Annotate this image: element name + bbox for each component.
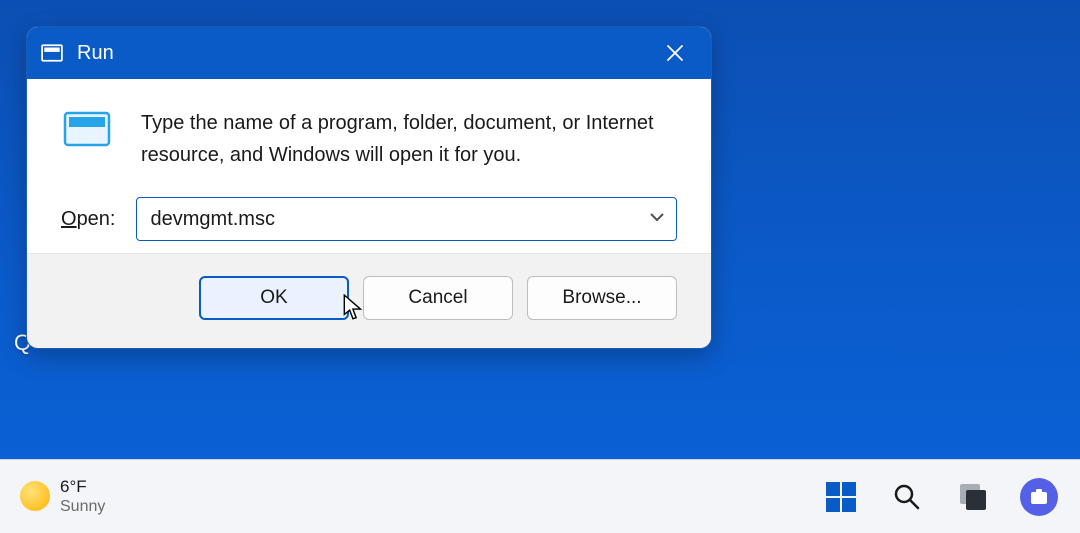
ok-button[interactable]: OK: [199, 276, 349, 320]
open-combobox[interactable]: [136, 197, 678, 241]
dialog-title: Run: [77, 42, 114, 65]
chat-icon: [1020, 478, 1058, 516]
browse-button[interactable]: Browse...: [527, 276, 677, 320]
chevron-down-icon[interactable]: [648, 208, 666, 231]
open-input[interactable]: [151, 208, 649, 231]
weather-sun-icon: [20, 481, 50, 511]
dialog-description: Type the name of a program, folder, docu…: [141, 103, 677, 171]
close-button[interactable]: [653, 31, 697, 75]
open-label: Open:: [61, 208, 116, 231]
search-icon: [892, 482, 922, 512]
weather-temperature: 6°F: [60, 477, 105, 497]
windows-logo-icon: [824, 480, 858, 514]
cancel-button[interactable]: Cancel: [363, 276, 513, 320]
chat-button[interactable]: [1018, 476, 1060, 518]
run-titlebar-icon: [41, 42, 63, 64]
taskbar: 6°F Sunny: [0, 459, 1080, 533]
weather-widget[interactable]: 6°F Sunny: [20, 477, 105, 517]
start-button[interactable]: [820, 476, 862, 518]
weather-condition: Sunny: [60, 497, 105, 516]
run-dialog: Run Type the name of a program, folder, …: [26, 26, 712, 349]
dialog-body: Type the name of a program, folder, docu…: [27, 79, 711, 253]
button-bar: OK Cancel Browse...: [27, 253, 711, 348]
run-app-icon: [61, 103, 113, 155]
titlebar[interactable]: Run: [27, 27, 711, 79]
task-view-button[interactable]: [952, 476, 994, 518]
task-view-icon: [958, 482, 988, 512]
search-button[interactable]: [886, 476, 928, 518]
